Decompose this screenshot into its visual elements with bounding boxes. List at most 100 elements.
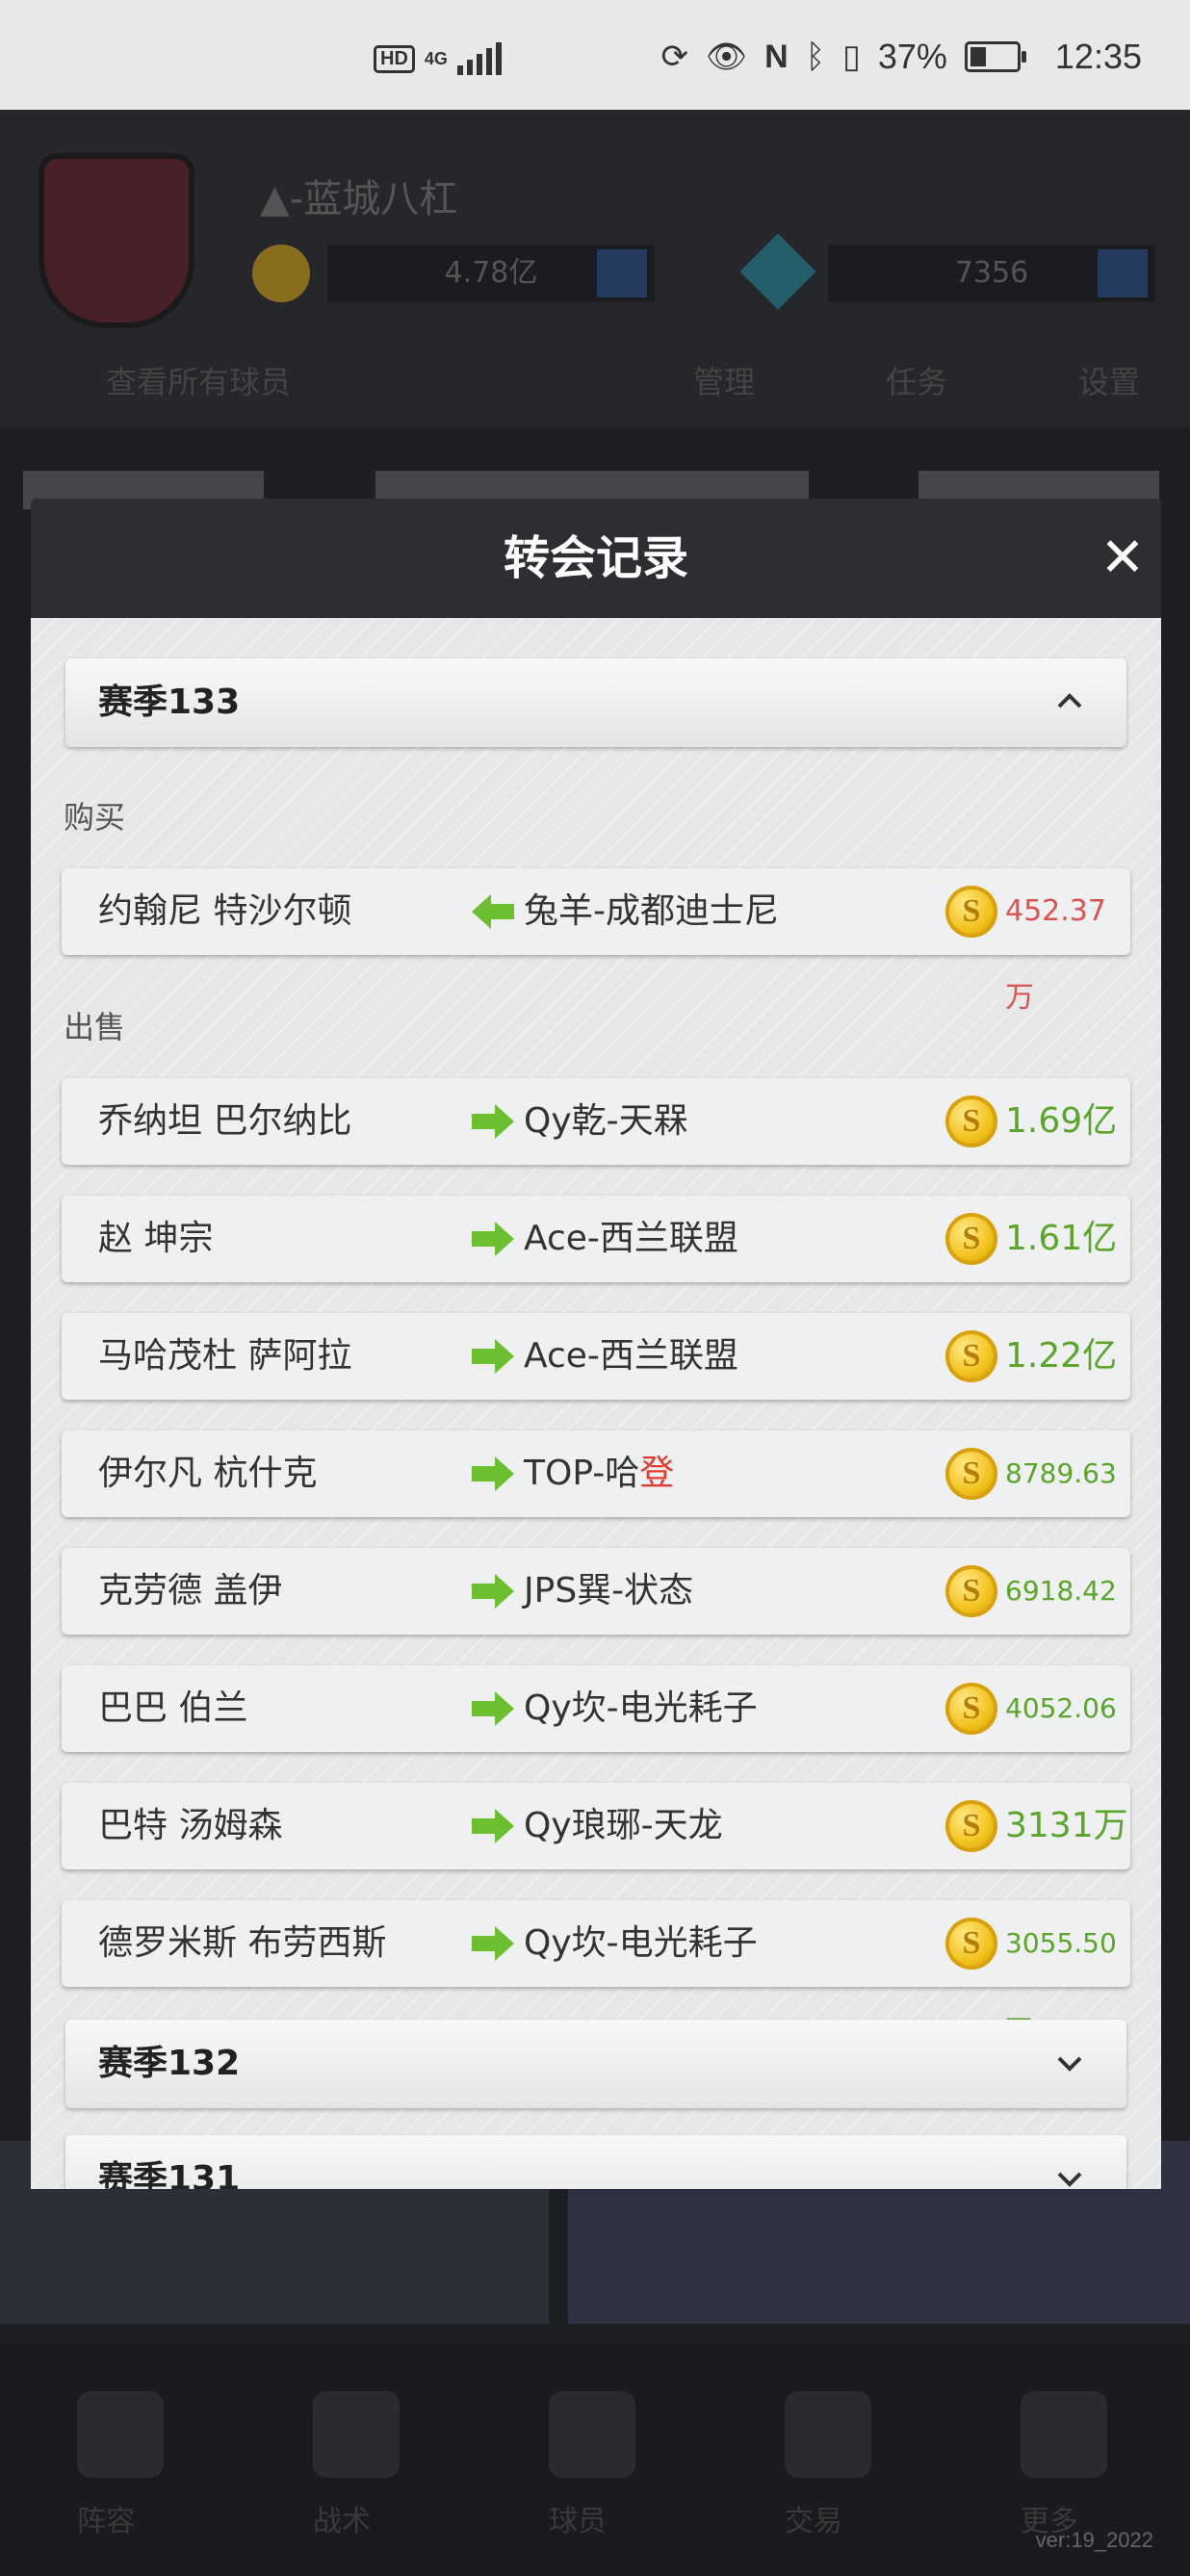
- transfer-record[interactable]: 巴巴 伯兰 Qy坎-电光耗子 S4052.06万: [62, 1665, 1130, 1811]
- player-name: 乔纳坦 巴尔纳比: [98, 1101, 352, 1141]
- transfer-record[interactable]: 克劳德 盖伊 JPS巽-状态 S6918.42万: [62, 1548, 1130, 1693]
- tab-players[interactable]: 球员: [549, 2497, 607, 2539]
- clock: 12:35: [1054, 37, 1142, 76]
- version-label: ver:19_2022: [1035, 2528, 1153, 2552]
- club-name: Ace-西兰联盟: [524, 1219, 738, 1258]
- tab-trade[interactable]: 交易: [785, 2497, 842, 2539]
- battery-icon: [964, 41, 1026, 72]
- transfer-amount: 3055.50万: [1005, 1927, 1117, 2046]
- coin-icon: S: [945, 1330, 997, 1382]
- club-name: Qy坎-电光耗子: [524, 1923, 758, 1963]
- network-type: 4G: [424, 48, 448, 68]
- player-name: 巴特 汤姆森: [98, 1806, 283, 1845]
- add-gems-button[interactable]: [1098, 249, 1148, 297]
- transfer-record[interactable]: 伊尔凡 杭什克 TOP-哈登 S8789.63万: [62, 1430, 1130, 1576]
- header-nav: 查看所有球员 管理 任务 设置: [0, 341, 1190, 418]
- add-coins-button[interactable]: [597, 249, 647, 297]
- status-bar: HD 4G ⟳ 👁 N ᛒ ▯ 37% 12:35: [0, 0, 1190, 110]
- transfer-amount: 4052.06万: [1005, 1692, 1117, 1811]
- sell-section-label: 出售: [64, 1009, 126, 1045]
- arrow-right-icon: [472, 1574, 514, 1609]
- player-name: 约翰尼 特沙尔顿: [98, 891, 352, 931]
- arrow-right-icon: [472, 1809, 514, 1843]
- team-header: ▲-蓝城八杠 4.78亿 7356 查看所有球员 管理 任务 设置: [0, 110, 1190, 427]
- season-label: 赛季133: [98, 683, 241, 722]
- arrow-right-icon: [472, 1456, 514, 1491]
- eye-icon: 👁: [705, 39, 748, 75]
- nav-manage[interactable]: 管理: [693, 358, 755, 402]
- transfer-record[interactable]: 德罗米斯 布劳西斯 Qy坎-电光耗子 S3055.50万: [62, 1900, 1130, 2046]
- season-header[interactable]: 赛季131: [65, 2135, 1126, 2189]
- coin-icon: S: [945, 1448, 997, 1500]
- transfer-amount: 1.61亿: [1005, 1219, 1118, 1258]
- arrow-right-icon: [472, 1339, 514, 1374]
- transfer-record[interactable]: 马哈茂杜 萨阿拉 Ace-西兰联盟 S 1.22亿: [62, 1313, 1130, 1400]
- nfc-icon: N: [764, 38, 789, 75]
- buy-section-label: 购买: [64, 799, 126, 836]
- sync-icon: ⟳: [660, 39, 688, 75]
- chevron-down-icon[interactable]: [1055, 2164, 1084, 2189]
- club-name: TOP-哈登: [524, 1430, 674, 1517]
- transfer-amount: 8789.63万: [1005, 1457, 1117, 1576]
- coin-icon: [252, 245, 310, 302]
- transfer-records-dialog: 转会记录 ✕ 赛季133 购买 约翰尼 特沙尔顿 兔羊-成都迪士尼 S 452.37万 出售…: [31, 499, 1161, 2189]
- nav-tasks[interactable]: 任务: [886, 358, 947, 402]
- transfer-amount: 452.37万: [1005, 894, 1106, 1015]
- transfer-record[interactable]: 乔纳坦 巴尔纳比 Qy乾-天槑 S 1.69亿: [62, 1078, 1130, 1165]
- transfer-amount: 1.69亿: [1005, 1101, 1118, 1141]
- coin-icon: S: [945, 1800, 997, 1852]
- nav-settings[interactable]: 设置: [1078, 358, 1140, 402]
- chevron-down-icon[interactable]: [1055, 2048, 1084, 2077]
- club-name: Qy琅琊-天龙: [524, 1806, 723, 1845]
- team-name: ▲-蓝城八杠: [260, 177, 458, 221]
- player-name: 赵 坤宗: [98, 1219, 214, 1258]
- club-name: Qy坎-电光耗子: [524, 1688, 758, 1728]
- gem-icon: [739, 233, 816, 310]
- dialog-body[interactable]: 赛季133 购买 约翰尼 特沙尔顿 兔羊-成都迪士尼 S 452.37万 出售 乔纳坦 巴尔纳…: [31, 618, 1161, 2189]
- season-header[interactable]: 赛季132: [65, 2020, 1126, 2108]
- club-name-highlight: 登: [639, 1454, 675, 1493]
- transfer-record[interactable]: 约翰尼 特沙尔顿 兔羊-成都迪士尼 S 452.37万: [62, 868, 1130, 1015]
- tactics-icon[interactable]: [313, 2391, 400, 2478]
- more-icon[interactable]: [1021, 2391, 1107, 2478]
- club-name: JPS巽-状态: [524, 1571, 694, 1610]
- trade-icon[interactable]: [785, 2391, 871, 2478]
- player-name: 克劳德 盖伊: [98, 1571, 283, 1610]
- transfer-record[interactable]: 巴特 汤姆森 Qy琅琊-天龙 S 3131万: [62, 1783, 1130, 1869]
- arrow-right-icon: [472, 1926, 514, 1961]
- transfer-record[interactable]: 赵 坤宗 Ace-西兰联盟 S 1.61亿: [62, 1196, 1130, 1282]
- team-logo: [39, 153, 194, 328]
- vibrate-icon: ▯: [842, 39, 861, 75]
- arrow-right-icon: [472, 1222, 514, 1256]
- arrow-right-icon: [472, 1104, 514, 1139]
- player-name: 德罗米斯 布劳西斯: [98, 1923, 387, 1963]
- player-name: 伊尔凡 杭什克: [98, 1454, 318, 1493]
- coin-icon: S: [945, 886, 997, 938]
- bluetooth-icon: ᛒ: [805, 38, 826, 75]
- transfer-amount: 6918.42万: [1005, 1575, 1117, 1693]
- season-label: 赛季131: [98, 2159, 241, 2189]
- tab-lineup[interactable]: 阵容: [77, 2497, 135, 2539]
- arrow-right-icon: [472, 1691, 514, 1726]
- coin-icon: S: [945, 1918, 997, 1970]
- club-name: Qy乾-天槑: [524, 1101, 688, 1141]
- coin-icon: S: [945, 1565, 997, 1617]
- season-label: 赛季132: [98, 2044, 241, 2083]
- chevron-up-icon[interactable]: [1055, 687, 1084, 716]
- bottom-tab-bar: 阵容 战术 球员 交易 更多 ver:19_2022: [0, 2343, 1190, 2576]
- tab-tactics[interactable]: 战术: [313, 2497, 371, 2539]
- players-icon[interactable]: [549, 2391, 635, 2478]
- battery-percent: 37%: [877, 37, 947, 76]
- nav-all-players[interactable]: 查看所有球员: [106, 358, 291, 402]
- close-icon[interactable]: ✕: [1098, 531, 1148, 585]
- club-name: 兔羊-成都迪士尼: [524, 891, 779, 931]
- coin-icon: S: [945, 1095, 997, 1147]
- lineup-icon[interactable]: [77, 2391, 164, 2478]
- club-name-part: TOP-哈: [524, 1454, 640, 1493]
- season-header[interactable]: 赛季133: [65, 658, 1126, 747]
- arrow-left-icon: [472, 894, 514, 929]
- hd-icon: HD: [374, 44, 415, 73]
- coin-icon: S: [945, 1683, 997, 1735]
- signal-icon: [456, 42, 502, 75]
- club-name: Ace-西兰联盟: [524, 1336, 738, 1376]
